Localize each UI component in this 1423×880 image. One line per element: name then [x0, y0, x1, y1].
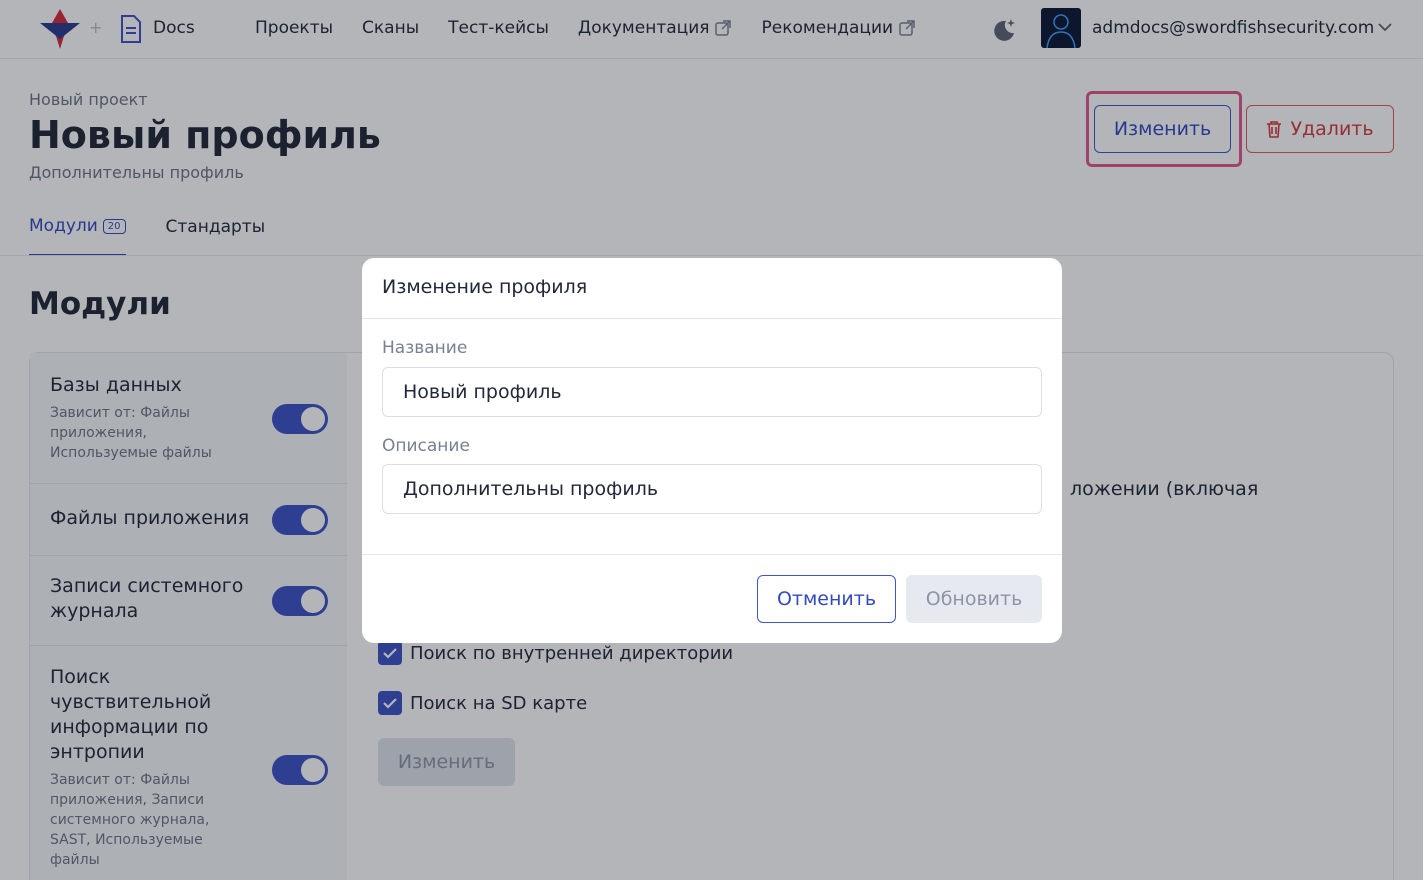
dialog-title: Изменение профиля	[382, 276, 588, 298]
name-label: Название	[382, 338, 468, 358]
edit-profile-dialog: Изменение профиля Название Новый профиль…	[362, 258, 1062, 643]
cancel-button[interactable]: Отменить	[757, 575, 896, 623]
dialog-divider	[362, 554, 1062, 555]
name-field[interactable]: Новый профиль	[382, 367, 1042, 417]
update-button[interactable]: Обновить	[906, 575, 1042, 623]
description-label: Описание	[382, 436, 470, 456]
description-field[interactable]: Дополнительны профиль	[382, 464, 1042, 514]
dialog-divider	[362, 318, 1062, 319]
